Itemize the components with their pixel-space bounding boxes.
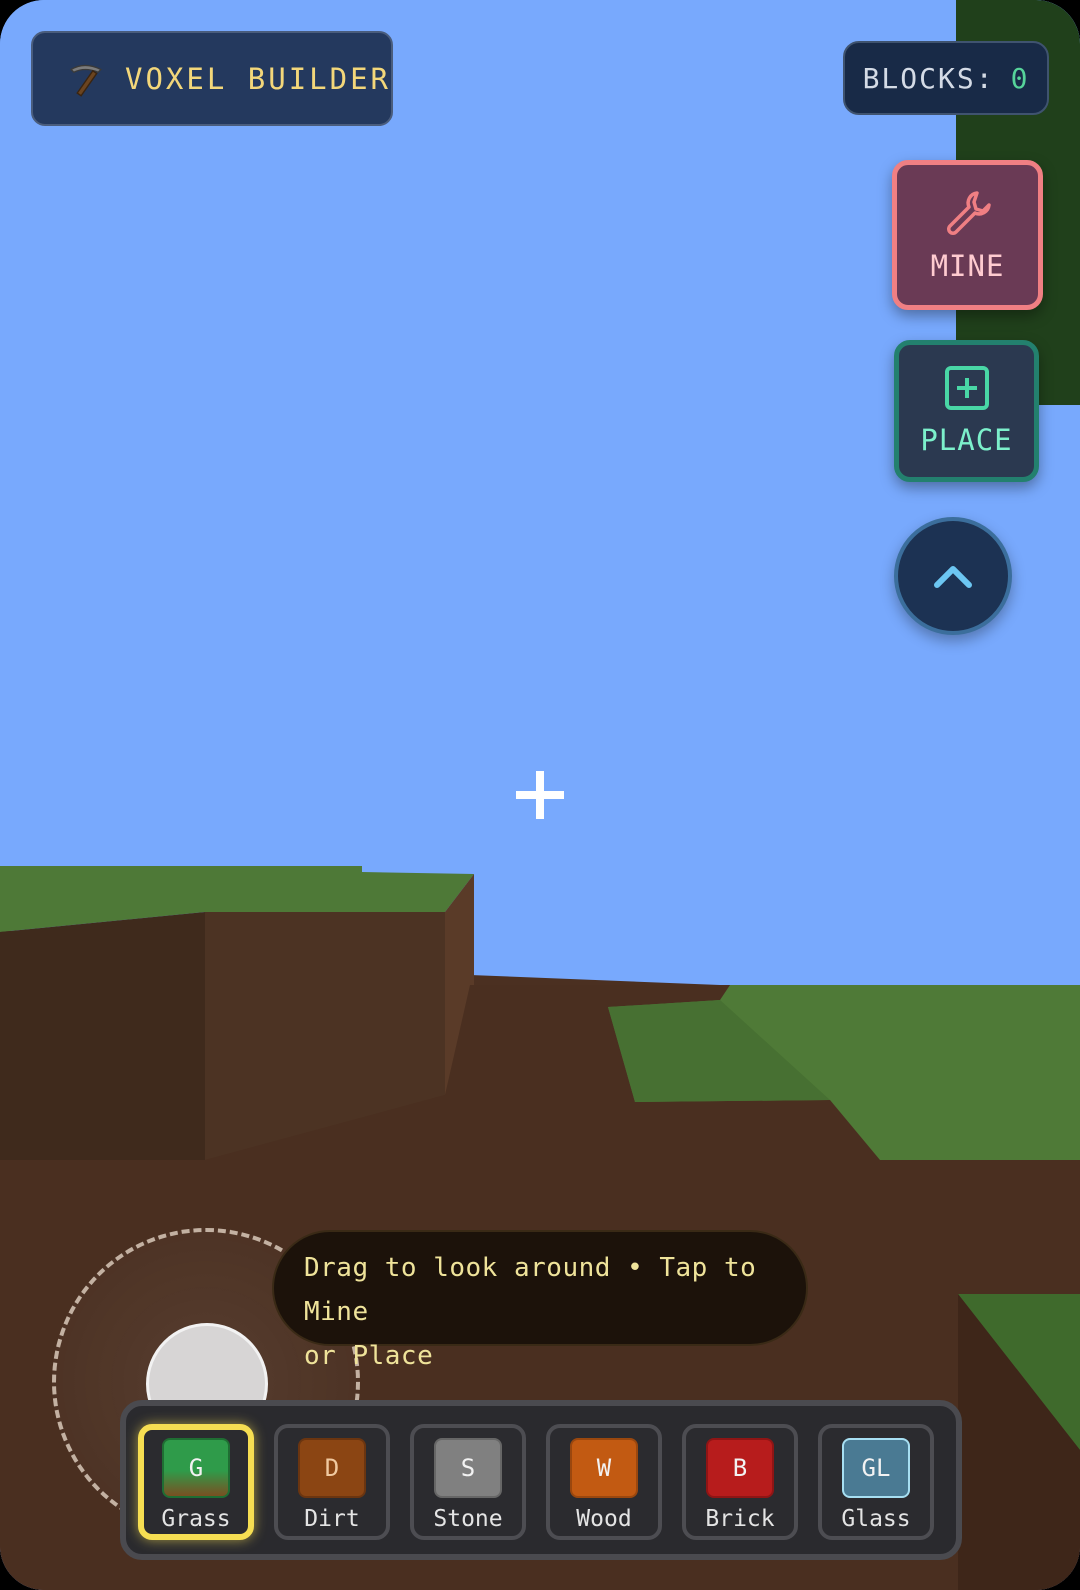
brick-block-icon: B (706, 1438, 774, 1498)
title-panel: VOXEL BUILDER (31, 31, 393, 126)
slot-label: Glass (841, 1506, 911, 1532)
hotbar-slot-dirt[interactable]: D Dirt (274, 1424, 390, 1540)
jump-button[interactable] (894, 517, 1012, 635)
slot-label: Stone (433, 1506, 503, 1532)
mine-button[interactable]: MINE (892, 160, 1043, 310)
pickaxe-icon (69, 64, 103, 97)
hint-tooltip: Drag to look around • Tap to Mine or Pla… (272, 1230, 808, 1371)
mine-label: MINE (930, 249, 1005, 283)
blocks-count: 0 (1010, 61, 1030, 95)
glass-block-icon: GL (842, 1438, 910, 1498)
app-title: VOXEL BUILDER (125, 61, 391, 96)
hint-line-2: or Place (304, 1341, 434, 1371)
slot-label: Grass (161, 1506, 231, 1532)
slot-label: Dirt (304, 1506, 360, 1532)
wood-block-icon: W (570, 1438, 638, 1498)
dirt-block-icon: D (298, 1438, 366, 1498)
hint-line-1: Drag to look around • Tap to Mine (304, 1253, 757, 1327)
hotbar-slot-grass[interactable]: G Grass (138, 1424, 254, 1540)
place-label: PLACE (920, 423, 1013, 457)
place-button[interactable]: PLACE (894, 340, 1039, 482)
hotbar-slot-wood[interactable]: W Wood (546, 1424, 662, 1540)
chevron-up-icon (934, 566, 972, 588)
hotbar-slot-stone[interactable]: S Stone (410, 1424, 526, 1540)
blocks-label: BLOCKS: (862, 61, 995, 95)
stone-block-icon: S (434, 1438, 502, 1498)
crosshair-icon (516, 771, 564, 819)
block-hotbar: G Grass D Dirt S Stone W Wood B Brick GL… (120, 1400, 962, 1560)
game-viewport[interactable]: VOXEL BUILDER BLOCKS: 0 MINE PLACE Drag t… (0, 0, 1080, 1590)
grass-block-icon: G (162, 1438, 230, 1498)
hotbar-slot-glass[interactable]: GL Glass (818, 1424, 934, 1540)
block-face-left (0, 912, 205, 1160)
slot-label: Wood (576, 1506, 632, 1532)
hotbar-slot-brick[interactable]: B Brick (682, 1424, 798, 1540)
plus-square-icon (944, 366, 989, 410)
blocks-counter: BLOCKS: 0 (843, 41, 1049, 115)
wrench-icon (946, 191, 991, 235)
slot-label: Brick (705, 1506, 775, 1532)
